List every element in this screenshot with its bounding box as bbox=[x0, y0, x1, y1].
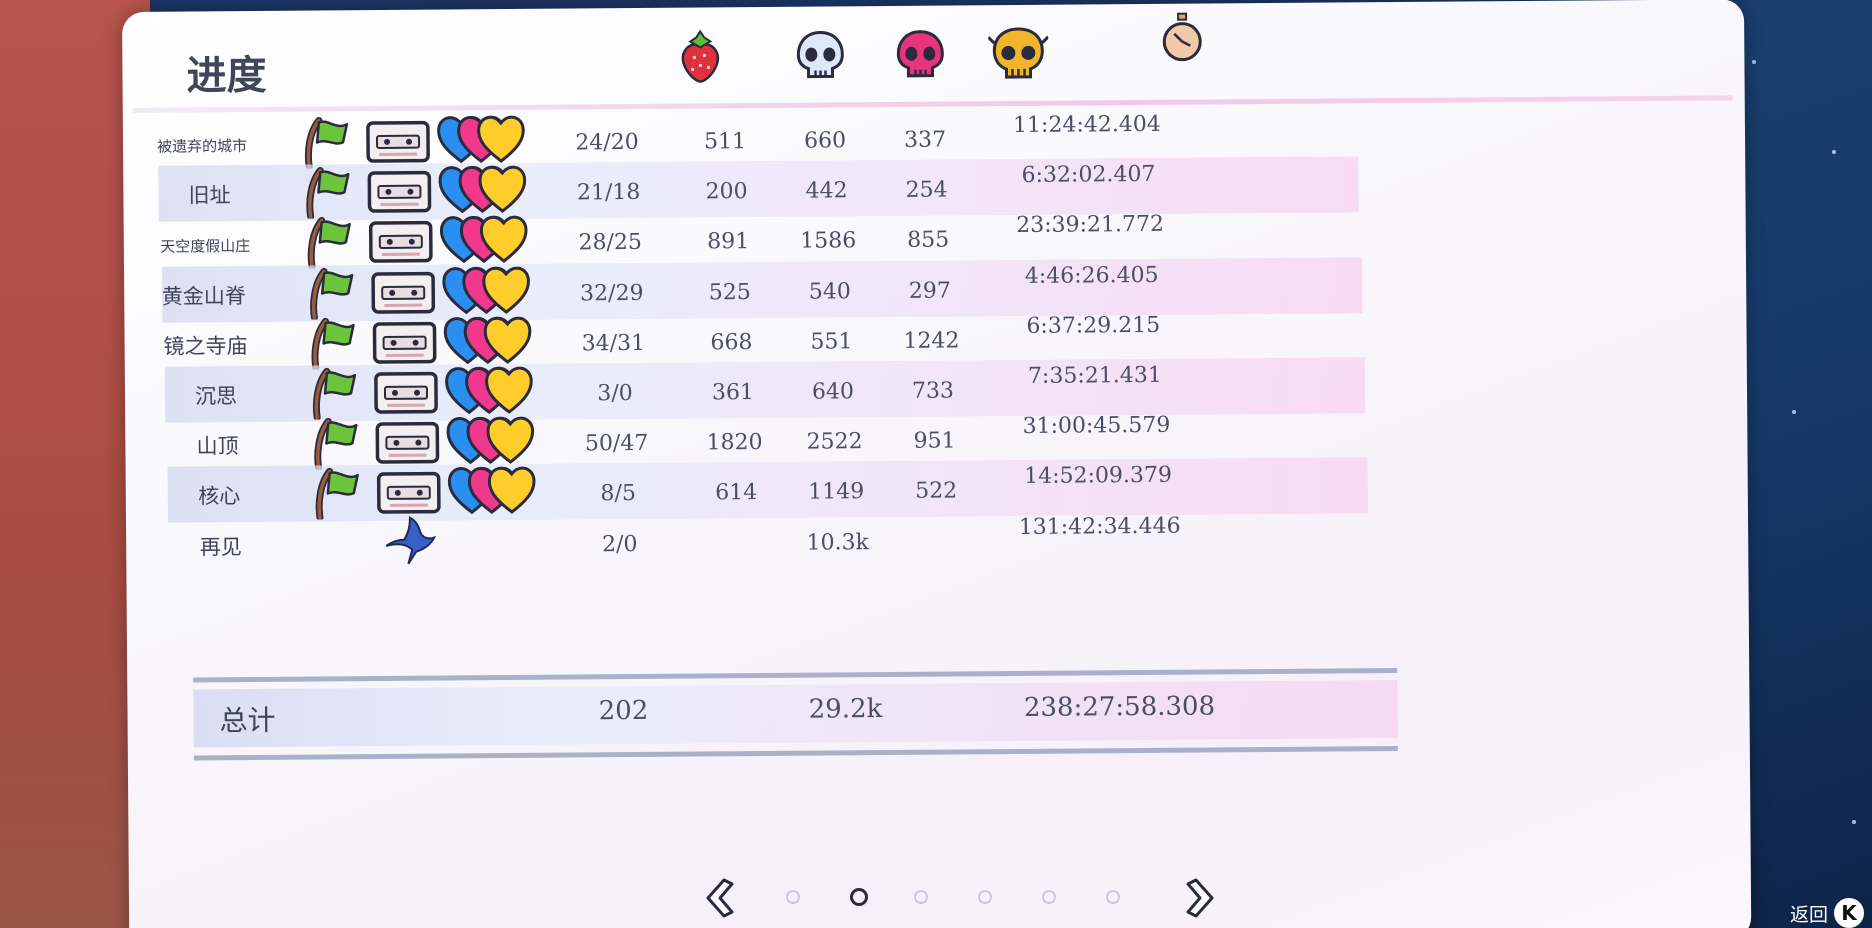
page-navigation bbox=[700, 876, 1240, 920]
pink-skull-icon bbox=[896, 30, 944, 78]
chapter-time: 7:35:21.431 bbox=[1027, 362, 1162, 389]
page-dot[interactable] bbox=[1106, 890, 1120, 904]
page-dot[interactable] bbox=[850, 888, 868, 906]
chapter-time: 4:46:26.405 bbox=[1024, 262, 1159, 289]
page-dot[interactable] bbox=[786, 890, 800, 904]
strawberry-count: 8/5 bbox=[600, 481, 636, 507]
deaths-c-side: 297 bbox=[908, 278, 951, 304]
back-hint[interactable]: 返回 K bbox=[1790, 898, 1864, 928]
total-label: 总计 bbox=[219, 703, 276, 738]
cassette-tape-icon bbox=[370, 271, 435, 314]
crystal-hearts-icon bbox=[445, 366, 533, 415]
golden-skull-icon bbox=[988, 27, 1049, 79]
deaths-c-side: 1242 bbox=[903, 328, 960, 354]
crystal-hearts-icon bbox=[446, 416, 535, 465]
cassette-tape-icon bbox=[366, 120, 430, 163]
crystal-hearts-icon bbox=[443, 316, 532, 364]
cassette-tape-icon bbox=[369, 221, 434, 264]
cassette-tape-icon bbox=[372, 321, 437, 364]
page-title: 进度 bbox=[186, 51, 267, 100]
chapter-row[interactable]: 再见 2/0 10.3k 131:42:34.446 bbox=[170, 504, 1370, 573]
stopwatch-icon bbox=[1162, 12, 1202, 62]
next-page-arrow-icon[interactable] bbox=[1180, 876, 1220, 920]
chapter-rows: 被遗弃的城市 24/20 511 660 337 11:24:42.404 旧址 21/18 2… bbox=[122, 0, 1744, 564]
skull-icon bbox=[796, 31, 844, 79]
crystal-hearts-icon bbox=[440, 216, 528, 264]
back-label: 返回 bbox=[1789, 903, 1828, 926]
deaths-c-side: 337 bbox=[903, 127, 947, 153]
chapter-name: 天空度假山庄 bbox=[160, 237, 251, 257]
back-key-icon: K bbox=[1834, 898, 1864, 928]
chapter-name: 核心 bbox=[198, 484, 241, 509]
deaths-b-side: 10.3k bbox=[806, 529, 870, 556]
chapter-name: 黄金山脊 bbox=[161, 283, 246, 309]
crystal-hearts-icon bbox=[441, 266, 530, 314]
chapter-name: 旧址 bbox=[188, 183, 231, 208]
cassette-tape-icon bbox=[367, 171, 432, 213]
chapter-name: 再见 bbox=[199, 534, 242, 559]
chapter-name: 镜之寺庙 bbox=[163, 333, 248, 359]
total-divider-top bbox=[193, 668, 1398, 683]
total-time: 238:27:58.308 bbox=[1023, 691, 1216, 723]
strawberry-count: 28/25 bbox=[578, 230, 643, 256]
strawberry-count: 2/0 bbox=[601, 531, 638, 557]
deaths-c-side: 733 bbox=[911, 378, 955, 404]
page-dot[interactable] bbox=[1042, 890, 1056, 904]
crystal-hearts-icon bbox=[438, 165, 527, 214]
strawberry-icon bbox=[681, 29, 720, 83]
deaths-c-side: 522 bbox=[915, 478, 958, 505]
bird-icon bbox=[385, 515, 436, 564]
chapter-name: 被遗弃的城市 bbox=[156, 137, 248, 156]
crystal-hearts-icon bbox=[437, 115, 525, 164]
chapter-name: 山顶 bbox=[196, 434, 239, 459]
previous-page-arrow-icon[interactable] bbox=[700, 876, 740, 920]
page-dot[interactable] bbox=[914, 890, 928, 904]
total-row: 总计 202 29.2k 238:27:58.308 bbox=[193, 668, 1398, 761]
chapter-name: 沉思 bbox=[194, 384, 238, 409]
chapter-time: 14:52:09.379 bbox=[1024, 463, 1173, 490]
total-deaths: 29.2k bbox=[808, 694, 883, 725]
chapter-time: 6:32:02.407 bbox=[1021, 162, 1156, 189]
progress-journal-page: 进度 被遗弃的城市 24/20 511 660 337 11:24:42.404 旧址 21/… bbox=[122, 0, 1752, 928]
strawberry-count: 24/20 bbox=[575, 129, 639, 156]
crystal-hearts-icon bbox=[448, 467, 536, 515]
cassette-tape-icon bbox=[374, 371, 438, 414]
chapter-time: 11:24:42.404 bbox=[1012, 111, 1161, 139]
chapter-time: 23:39:21.772 bbox=[1016, 212, 1165, 239]
chapter-time: 6:37:29.215 bbox=[1026, 312, 1161, 339]
page-dot[interactable] bbox=[978, 890, 992, 904]
deaths-c-side: 254 bbox=[905, 177, 948, 204]
cassette-tape-icon bbox=[377, 472, 442, 515]
strawberry-count: 21/18 bbox=[576, 180, 641, 206]
strawberry-count: 34/31 bbox=[581, 330, 646, 357]
chapter-time: 131:42:34.446 bbox=[1018, 513, 1181, 540]
strawberry-count: 3/0 bbox=[597, 381, 633, 407]
cassette-tape-icon bbox=[375, 422, 440, 464]
strawberry-count: 32/29 bbox=[580, 280, 644, 307]
deaths-c-side: 951 bbox=[913, 428, 956, 454]
total-strawberries: 202 bbox=[598, 695, 649, 727]
chapter-time: 31:00:45.579 bbox=[1022, 412, 1171, 440]
strawberry-count: 50/47 bbox=[584, 431, 649, 457]
total-divider-bottom bbox=[193, 746, 1398, 761]
deaths-c-side: 855 bbox=[907, 227, 950, 254]
